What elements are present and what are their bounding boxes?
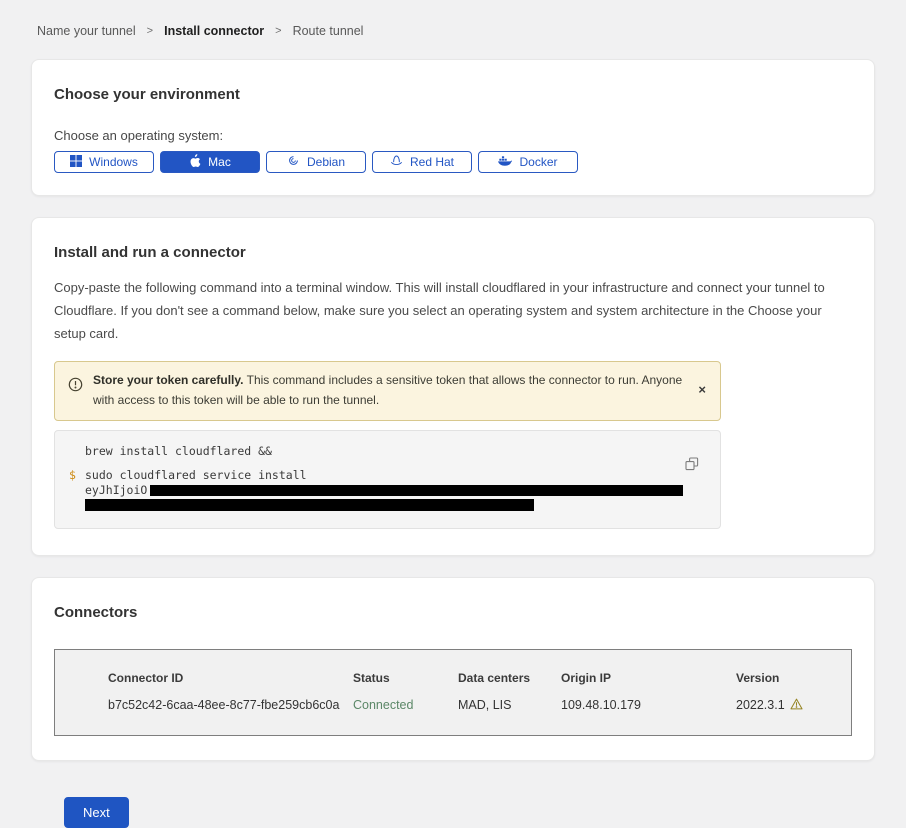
os-button-label: Docker [519,155,557,169]
token-line: eyJhIjoiO [85,483,683,498]
code-line-1-text: brew install cloudflared && [85,444,272,459]
connectors-table-header-row: Connector ID Status Data centers Origin … [55,671,851,685]
os-button-debian[interactable]: Debian [266,151,366,173]
os-button-redhat[interactable]: Red Hat [372,151,472,173]
col-header-version: Version [736,671,851,685]
os-button-group: Windows Mac Debian Red Hat [54,151,852,173]
os-button-label: Debian [307,155,345,169]
col-header-connector-id: Connector ID [108,671,353,685]
environment-card-title: Choose your environment [54,86,852,103]
install-card-title: Install and run a connector [54,244,852,261]
copy-icon[interactable] [684,456,700,475]
shell-prompt: $ [69,468,85,483]
col-header-status: Status [353,671,458,685]
breadcrumb-step-name-tunnel[interactable]: Name your tunnel [37,24,136,38]
os-button-windows[interactable]: Windows [54,151,154,173]
version-value: 2022.3.1 [736,698,851,713]
debian-icon [287,154,300,170]
os-button-mac[interactable]: Mac [160,151,260,173]
os-button-docker[interactable]: Docker [478,151,578,173]
docker-icon [498,155,512,169]
install-card-description: Copy-paste the following command into a … [54,277,852,345]
os-button-label: Windows [89,155,138,169]
table-row: b7c52c42-6caa-48ee-8c77-fbe259cb6c0a Con… [55,698,851,713]
next-button[interactable]: Next [64,797,129,828]
version-number: 2022.3.1 [736,698,785,712]
code-line-2-text: sudo cloudflared service install [85,468,307,483]
install-command-codeblock: brew install cloudflared && $ sudo cloud… [54,430,721,529]
environment-card: Choose your environment Choose an operat… [31,59,875,196]
breadcrumb-step-install-connector[interactable]: Install connector [164,24,264,38]
data-centers-value: MAD, LIS [458,698,561,713]
code-line-token-2 [69,498,706,511]
token-warning-text: Store your token carefully. This command… [93,371,686,411]
code-line-brew: brew install cloudflared && [69,444,706,459]
redhat-icon [390,154,403,170]
col-header-origin-ip: Origin IP [561,671,736,685]
close-icon[interactable]: × [696,381,708,398]
connectors-card: Connectors Connector ID Status Data cent… [31,577,875,761]
token-warning-alert: Store your token carefully. This command… [54,361,721,421]
breadcrumb-step-route-tunnel[interactable]: Route tunnel [293,24,364,38]
redacted-token-bar [85,499,534,511]
apple-icon [189,154,201,171]
token-warning-bold: Store your token carefully. [93,373,244,387]
os-button-label: Mac [208,155,231,169]
breadcrumb-separator: > [147,25,153,37]
token-prefix: eyJhIjoiO [85,483,147,497]
info-circle-icon [68,377,83,399]
install-connector-card: Install and run a connector Copy-paste t… [31,217,875,556]
status-badge: Connected [353,698,458,713]
connector-id-value: b7c52c42-6caa-48ee-8c77-fbe259cb6c0a [108,698,353,713]
warning-triangle-icon [790,698,803,713]
code-line-sudo: $ sudo cloudflared service install [69,468,706,483]
redacted-token-bar [150,485,683,496]
connectors-table: Connector ID Status Data centers Origin … [54,649,852,736]
code-line-token: eyJhIjoiO [69,483,706,498]
origin-ip-value: 109.48.10.179 [561,698,736,713]
os-select-label: Choose an operating system: [54,128,852,143]
os-button-label: Red Hat [410,155,454,169]
breadcrumb-separator: > [275,25,281,37]
breadcrumb: Name your tunnel > Install connector > R… [0,0,906,38]
windows-icon [70,155,82,170]
page-content: Choose your environment Choose an operat… [0,59,906,828]
col-header-data-centers: Data centers [458,671,561,685]
connectors-card-title: Connectors [54,604,852,621]
